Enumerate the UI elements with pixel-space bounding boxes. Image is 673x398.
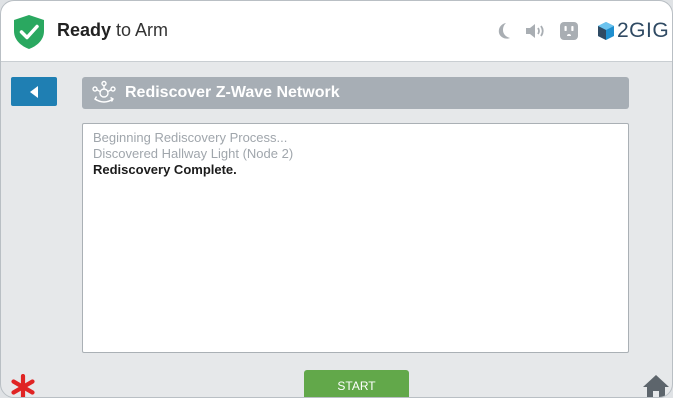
start-button[interactable]: START	[304, 370, 409, 397]
log-line: Discovered Hallway Light (Node 2)	[93, 146, 294, 161]
outlet-icon[interactable]	[559, 21, 579, 41]
brand-cube-icon	[598, 22, 614, 40]
moon-icon[interactable]	[495, 22, 513, 40]
home-icon[interactable]	[642, 373, 670, 398]
back-button[interactable]	[11, 77, 57, 106]
rediscovery-log: Beginning Rediscovery Process... Discove…	[82, 123, 629, 353]
emergency-asterisk-icon	[11, 374, 35, 397]
shield-check-icon	[14, 15, 44, 49]
brand-logo: 2GIG	[597, 19, 669, 43]
log-line: Rediscovery Complete.	[93, 162, 237, 177]
panel-screen: Ready to Arm 2GIG Rediscover Z-Wave Netw…	[0, 0, 673, 398]
speaker-icon[interactable]	[525, 22, 547, 40]
back-arrow-icon	[30, 85, 38, 98]
log-line: Beginning Rediscovery Process...	[93, 130, 288, 145]
page-title: Rediscover Z-Wave Network	[125, 84, 340, 101]
system-status: Ready to Arm	[57, 20, 168, 41]
status-bar: Ready to Arm 2GIG	[1, 1, 672, 62]
page-title-bar: Rediscover Z-Wave Network	[82, 77, 629, 109]
network-nodes-icon	[92, 80, 116, 103]
status-bold: Ready	[57, 20, 112, 40]
brand-name: 2GIG	[617, 19, 670, 42]
emergency-button[interactable]	[7, 371, 39, 397]
status-rest: to Arm	[111, 20, 169, 40]
